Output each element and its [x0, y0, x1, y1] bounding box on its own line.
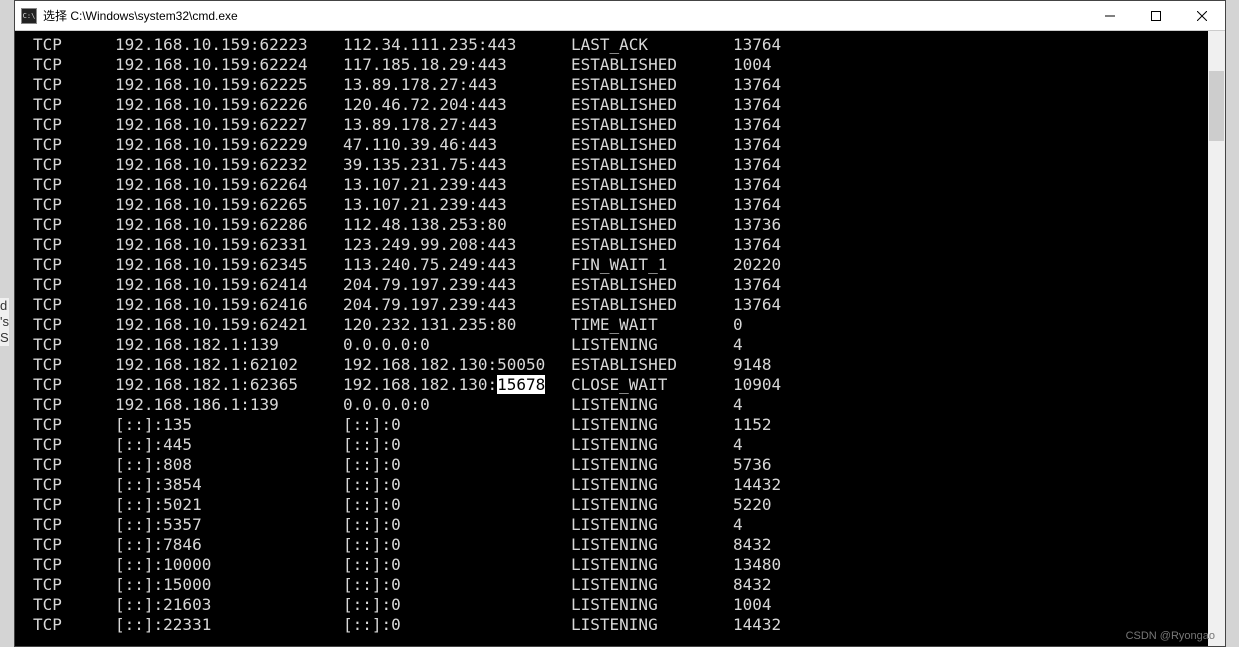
- netstat-row: TCP192.168.10.159:62223112.34.111.235:44…: [33, 35, 1208, 55]
- scrollbar[interactable]: [1208, 31, 1225, 646]
- netstat-row: TCP[::]:21603[::]:0LISTENING1004: [33, 595, 1208, 615]
- minimize-button[interactable]: [1087, 1, 1133, 31]
- netstat-row: TCP192.168.10.159:6222947.110.39.46:443E…: [33, 135, 1208, 155]
- cmd-icon: [21, 8, 37, 24]
- maximize-button[interactable]: [1133, 1, 1179, 31]
- netstat-row: TCP[::]:808[::]:0LISTENING5736: [33, 455, 1208, 475]
- netstat-row: TCP[::]:15000[::]:0LISTENING8432: [33, 575, 1208, 595]
- titlebar[interactable]: 选择 C:\Windows\system32\cmd.exe: [15, 1, 1225, 31]
- netstat-row: TCP[::]:22331[::]:0LISTENING14432: [33, 615, 1208, 635]
- netstat-row: TCP192.168.182.1:62365192.168.182.130:15…: [33, 375, 1208, 395]
- netstat-row: TCP192.168.10.159:62226120.46.72.204:443…: [33, 95, 1208, 115]
- netstat-row: TCP[::]:135[::]:0LISTENING1152: [33, 415, 1208, 435]
- watermark: CSDN @Ryongao: [1126, 630, 1215, 642]
- terminal-area: TCP192.168.10.159:62223112.34.111.235:44…: [15, 31, 1225, 646]
- netstat-row: TCP192.168.186.1:1390.0.0.0:0LISTENING4: [33, 395, 1208, 415]
- netstat-row: TCP192.168.10.159:6222713.89.178.27:443E…: [33, 115, 1208, 135]
- netstat-row: TCP192.168.182.1:1390.0.0.0:0LISTENING4: [33, 335, 1208, 355]
- netstat-row: TCP[::]:5357[::]:0LISTENING4: [33, 515, 1208, 535]
- netstat-row: TCP[::]:3854[::]:0LISTENING14432: [33, 475, 1208, 495]
- netstat-row: TCP192.168.10.159:62345113.240.75.249:44…: [33, 255, 1208, 275]
- netstat-row: TCP192.168.10.159:62416204.79.197.239:44…: [33, 295, 1208, 315]
- netstat-row: TCP[::]:5021[::]:0LISTENING5220: [33, 495, 1208, 515]
- netstat-row: TCP192.168.10.159:6222513.89.178.27:443E…: [33, 75, 1208, 95]
- terminal-output[interactable]: TCP192.168.10.159:62223112.34.111.235:44…: [15, 31, 1208, 646]
- selection-highlight: 15678: [497, 375, 545, 394]
- netstat-row: TCP[::]:445[::]:0LISTENING4: [33, 435, 1208, 455]
- netstat-row: TCP192.168.10.159:62421120.232.131.235:8…: [33, 315, 1208, 335]
- netstat-row: TCP192.168.182.1:62102192.168.182.130:50…: [33, 355, 1208, 375]
- netstat-row: TCP192.168.10.159:62224117.185.18.29:443…: [33, 55, 1208, 75]
- netstat-row: TCP192.168.10.159:6226413.107.21.239:443…: [33, 175, 1208, 195]
- window-title: 选择 C:\Windows\system32\cmd.exe: [43, 7, 238, 24]
- netstat-row: TCP192.168.10.159:6223239.135.231.75:443…: [33, 155, 1208, 175]
- netstat-row: TCP192.168.10.159:62286112.48.138.253:80…: [33, 215, 1208, 235]
- cmd-window: 选择 C:\Windows\system32\cmd.exe TCP192.16…: [14, 0, 1226, 647]
- scroll-thumb[interactable]: [1209, 71, 1224, 141]
- netstat-row: TCP192.168.10.159:6226513.107.21.239:443…: [33, 195, 1208, 215]
- netstat-row: TCP192.168.10.159:62414204.79.197.239:44…: [33, 275, 1208, 295]
- netstat-row: TCP[::]:10000[::]:0LISTENING13480: [33, 555, 1208, 575]
- netstat-row: TCP[::]:7846[::]:0LISTENING8432: [33, 535, 1208, 555]
- close-button[interactable]: [1179, 1, 1225, 31]
- background-edge-text: d 's S: [0, 298, 9, 346]
- netstat-row: TCP192.168.10.159:62331123.249.99.208:44…: [33, 235, 1208, 255]
